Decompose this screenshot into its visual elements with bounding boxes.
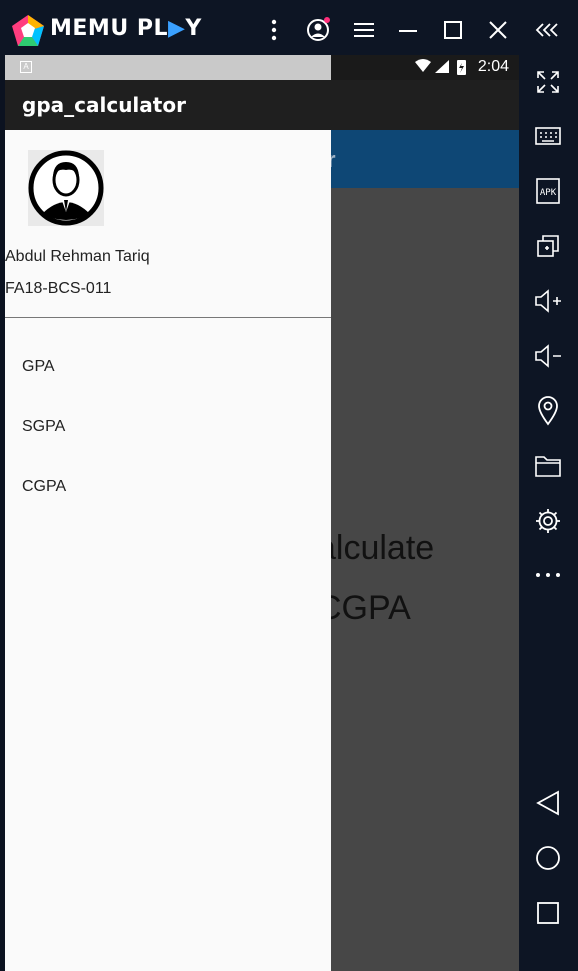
home-icon[interactable] [530, 840, 566, 876]
android-screen: A 2:04 gpa_calculator r alculate CGPA Ab… [5, 55, 519, 971]
background-header [331, 130, 519, 188]
user-id: FA18-BCS-011 [5, 280, 112, 297]
location-icon[interactable] [530, 393, 566, 429]
drawer-item-gpa[interactable]: GPA [22, 358, 55, 376]
app-title: gpa_calculator [22, 93, 186, 117]
status-time: 2:04 [477, 58, 509, 75]
account-icon[interactable] [302, 14, 334, 46]
emulator-titlebar: MEMU PL▶Y [0, 0, 578, 60]
app-bar: gpa_calculator [5, 80, 519, 130]
status-bar: A 2:04 [5, 55, 519, 80]
minimize-icon[interactable] [392, 14, 424, 46]
multi-instance-icon[interactable] [530, 228, 566, 264]
memu-logo-icon [12, 15, 44, 46]
maximize-icon[interactable] [437, 14, 469, 46]
recents-icon[interactable] [530, 895, 566, 931]
brand-title: MEMU PL▶Y [50, 16, 202, 41]
close-icon[interactable] [482, 14, 514, 46]
status-bar-scrim: A [5, 55, 331, 80]
drawer-divider [5, 317, 331, 318]
back-icon[interactable] [530, 785, 566, 821]
drawer-item-sgpa[interactable]: SGPA [22, 418, 65, 436]
fullscreen-icon[interactable] [530, 64, 566, 100]
settings-icon[interactable] [530, 503, 566, 539]
drawer-item-cgpa[interactable]: CGPA [22, 478, 66, 496]
background-text-line2: CGPA [317, 589, 411, 627]
collapse-icon[interactable] [532, 14, 564, 46]
user-name: Abdul Rehman Tariq [5, 248, 150, 265]
signal-icon [435, 60, 449, 73]
more-horiz-icon[interactable] [530, 557, 566, 593]
volume-up-icon[interactable] [530, 283, 566, 319]
avatar [28, 150, 104, 226]
status-icons [415, 59, 466, 75]
menu-icon[interactable] [348, 14, 380, 46]
background-text-line1: alculate [317, 529, 435, 567]
apk-icon[interactable]: APK [530, 173, 566, 209]
notification-app-icon: A [20, 61, 32, 73]
navigation-drawer: Abdul Rehman Tariq FA18-BCS-011 GPA SGPA… [5, 130, 331, 971]
folder-icon[interactable] [530, 448, 566, 484]
emulator-sidebar: APK [519, 60, 578, 971]
volume-down-icon[interactable] [530, 338, 566, 374]
svg-text:APK: APK [540, 188, 557, 198]
keyboard-icon[interactable] [530, 118, 566, 154]
more-vert-icon[interactable] [258, 14, 290, 46]
wifi-icon [415, 59, 431, 72]
